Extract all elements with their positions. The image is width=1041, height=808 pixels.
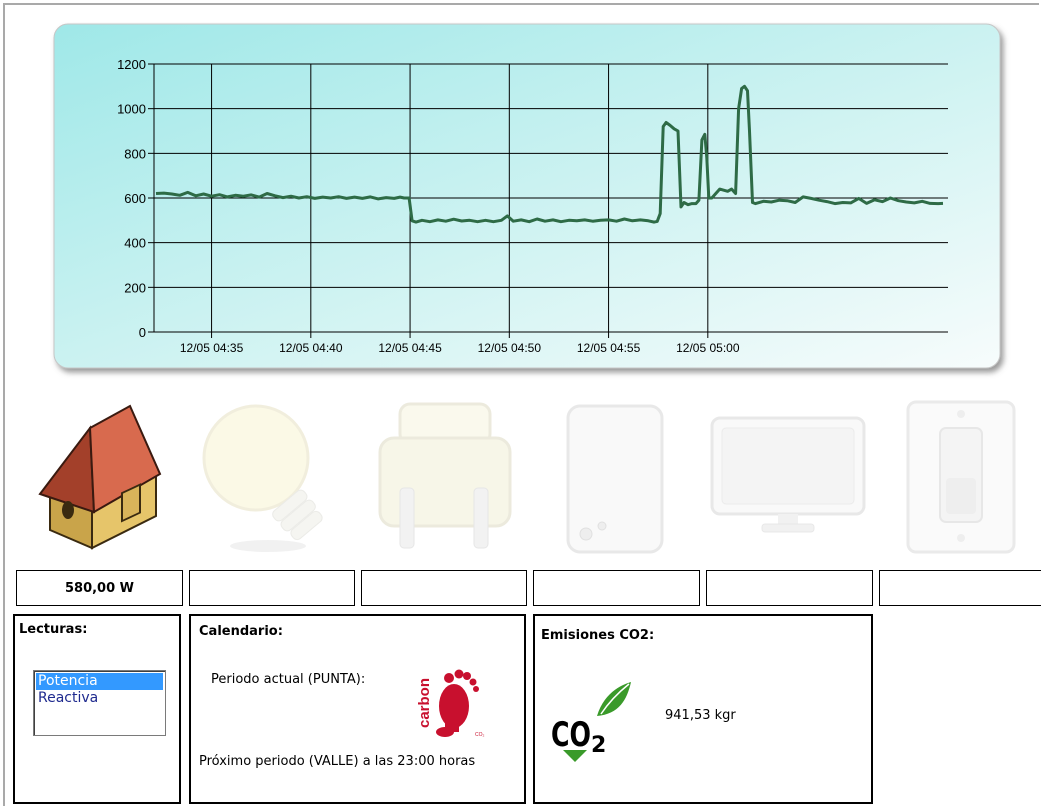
- current-period-label: Periodo actual (PUNTA):: [211, 672, 366, 687]
- readings-listbox[interactable]: Potencia Reactiva: [33, 670, 166, 736]
- monitor-icon[interactable]: [708, 398, 868, 558]
- house-icon[interactable]: [32, 398, 168, 558]
- svg-text:CO: CO: [551, 715, 591, 755]
- y-tick-label: 1000: [117, 102, 146, 117]
- x-tick-label: 12/05 04:55: [577, 341, 641, 355]
- y-tick-label: 1200: [117, 57, 146, 72]
- carbon-footprint-logo: carbon CO₂: [409, 656, 493, 738]
- power-chart-panel: 0 200 400 600 800 1000 1200 12/05 04:35 12/05 04…: [50, 22, 1015, 382]
- x-tick-label: 12/05 04:45: [378, 341, 442, 355]
- svg-text:carbon: carbon: [416, 678, 433, 728]
- device-value-appliance: [533, 570, 700, 606]
- device-value-monitor: [706, 570, 873, 606]
- power-chart: 0 200 400 600 800 1000 1200 12/05 04:35 12/05 04…: [53, 23, 1001, 369]
- emissions-title: Emisiones CO2:: [541, 628, 655, 643]
- device-value-lightbulb: [189, 570, 355, 606]
- calendar-panel: Calendario: Periodo actual (PUNTA): carb…: [189, 614, 526, 804]
- x-tick-label: 12/05 04:35: [180, 341, 244, 355]
- list-option-potencia[interactable]: Potencia: [36, 673, 163, 690]
- lightbulb-icon[interactable]: [196, 398, 336, 558]
- svg-text:2: 2: [591, 733, 606, 758]
- device-value-plug: [361, 570, 527, 606]
- y-tick-label: 600: [124, 191, 146, 206]
- appliance-icon[interactable]: [560, 398, 670, 558]
- y-tick-label: 400: [124, 236, 146, 251]
- co2-logo: CO 2: [549, 678, 633, 766]
- y-tick-label: 800: [124, 146, 146, 161]
- list-option-reactiva[interactable]: Reactiva: [36, 690, 163, 707]
- y-tick-label: 200: [124, 280, 146, 295]
- emissions-panel: Emisiones CO2: CO 2 941,53 kgr: [533, 614, 873, 804]
- calendar-title: Calendario:: [199, 624, 283, 639]
- x-tick-label: 12/05 04:40: [279, 341, 343, 355]
- x-tick-label: 12/05 04:50: [478, 341, 542, 355]
- emissions-value: 941,53 kgr: [665, 708, 736, 723]
- svg-text:CO₂: CO₂: [475, 732, 485, 738]
- y-tick-label: 0: [139, 325, 146, 340]
- readings-panel: Lecturas: Potencia Reactiva: [13, 614, 181, 804]
- readings-title: Lecturas:: [19, 622, 88, 637]
- next-period-label: Próximo periodo (VALLE) a las 23:00 hora…: [199, 754, 476, 769]
- light-switch-icon[interactable]: [904, 398, 1018, 558]
- plug-icon[interactable]: [370, 398, 520, 558]
- device-value-house: 580,00 W: [16, 570, 183, 606]
- x-tick-label: 12/05 05:00: [676, 341, 740, 355]
- device-value-switch: [879, 570, 1041, 606]
